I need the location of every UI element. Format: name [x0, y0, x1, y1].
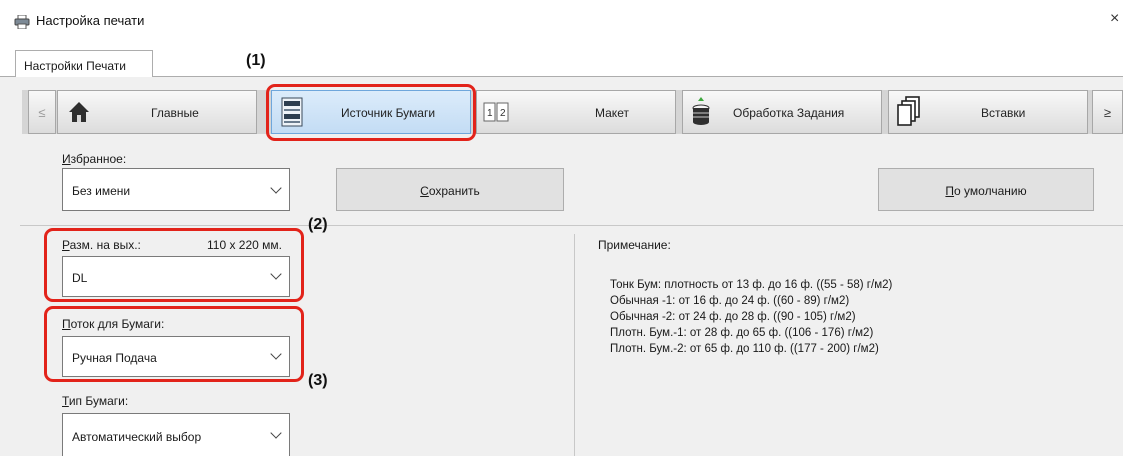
callout-number-1: (1) — [246, 52, 266, 69]
column-divider — [574, 234, 575, 456]
note-line: Тонк Бум: плотность от 13 ф. до 16 ф. ((… — [610, 279, 893, 291]
inserts-tab-button[interactable]: Вставки — [888, 90, 1088, 134]
title-bar: Настройка печати × — [0, 0, 1123, 42]
layout-icon: 1 2 — [483, 102, 509, 122]
category-toolbar: ≤ Главные Источник Бумаги 1 2 Макет Обра… — [22, 90, 1123, 134]
inserts-tab-label: Вставки — [981, 106, 1026, 120]
paper-type-value: Автоматический выбор — [72, 430, 202, 444]
layout-tab-button[interactable]: 1 2 Макет — [476, 90, 676, 134]
chevron-down-icon — [270, 182, 282, 194]
callout-highlight-2 — [44, 228, 304, 302]
chevron-left-icon: ≤ — [38, 104, 46, 120]
chevron-right-icon: ≥ — [1103, 104, 1112, 120]
note-line: Обычная -1: от 16 ф. до 24 ф. ((60 - 89)… — [610, 295, 850, 307]
svg-text:2: 2 — [500, 108, 506, 119]
main-tab-button[interactable]: Главные — [57, 90, 257, 134]
note-line: Плотн. Бум.-1: от 28 ф. до 65 ф. ((106 -… — [610, 327, 874, 339]
note-list: Тонк Бум: плотность от 13 ф. до 16 ф. ((… — [610, 277, 1030, 357]
layout-tab-label: Макет — [595, 106, 629, 120]
tab-print-settings[interactable]: Настройки Печати — [15, 50, 153, 77]
note-title: Примечание: — [598, 238, 671, 252]
note-line: Плотн. Бум.-2: от 65 ф. до 110 ф. ((177 … — [610, 343, 879, 355]
paper-type-select[interactable]: Автоматический выбор — [62, 413, 290, 456]
home-icon — [69, 102, 89, 122]
callout-number-3: (3) — [308, 372, 328, 389]
favorites-label: Избранное: — [62, 152, 127, 166]
job-handling-tab-button[interactable]: Обработка Задания — [682, 90, 882, 134]
scroll-left-button[interactable]: ≤ — [28, 90, 56, 134]
job-handling-tab-label: Обработка Задания — [733, 106, 845, 120]
job-handling-icon — [692, 97, 710, 125]
save-button[interactable]: Сохранить — [336, 168, 564, 211]
paper-type-label: Тип Бумаги: — [62, 394, 129, 408]
note-line: Обычная -2: от 24 ф. до 28 ф. ((90 - 105… — [610, 311, 856, 323]
callout-highlight-3 — [44, 306, 304, 382]
close-icon[interactable]: × — [1110, 10, 1119, 28]
favorites-select[interactable]: Без имени — [62, 168, 290, 211]
default-button[interactable]: По умолчанию — [878, 168, 1094, 211]
printer-icon — [14, 15, 30, 29]
inserts-icon — [897, 96, 920, 126]
svg-text:1: 1 — [487, 108, 493, 119]
callout-highlight-1 — [266, 84, 476, 141]
favorites-value: Без имени — [72, 184, 131, 198]
window-title: Настройка печати — [36, 13, 145, 28]
scroll-right-button[interactable]: ≥ — [1092, 90, 1123, 134]
chevron-down-icon — [270, 427, 282, 439]
main-tab-label: Главные — [151, 106, 199, 120]
callout-number-2: (2) — [308, 216, 328, 233]
section-divider — [20, 225, 1123, 226]
